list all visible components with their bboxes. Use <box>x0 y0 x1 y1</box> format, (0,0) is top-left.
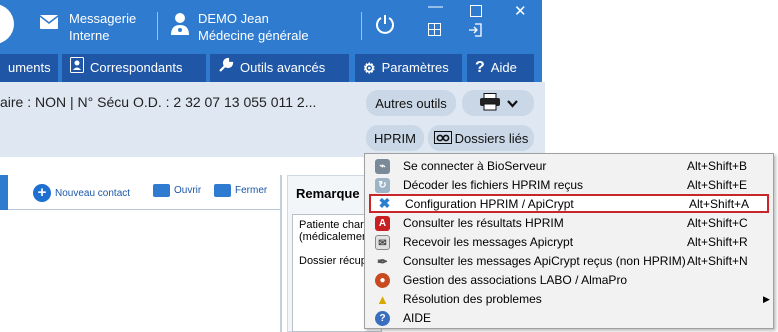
menu-item-bioserveur[interactable]: ⌁ Se connecter à BioServeur Alt+Shift+B <box>369 157 769 176</box>
nouveau-contact-button[interactable]: + Nouveau contact <box>33 184 130 202</box>
folder-close-icon <box>214 184 231 197</box>
printer-icon <box>479 92 501 114</box>
hprim-menu: ⌁ Se connecter à BioServeur Alt+Shift+B … <box>364 153 774 329</box>
doctor-icon <box>170 12 190 39</box>
labo-icon: ● <box>375 273 390 288</box>
gear-icon: ⚙ <box>363 60 376 76</box>
remarques-title: Remarque <box>296 186 360 201</box>
help-icon: ? <box>475 59 485 76</box>
autres-outils-button[interactable]: Autres outils <box>366 90 456 116</box>
parametres-button[interactable]: ⚙ Paramètres <box>355 54 462 82</box>
correspondants-button[interactable]: Correspondants <box>62 54 206 82</box>
fermer-button[interactable]: Fermer <box>214 184 267 197</box>
ouvrir-button[interactable]: Ouvrir <box>153 184 201 197</box>
pdf-icon: A <box>375 216 390 231</box>
user-info[interactable]: DEMO Jean Médecine générale <box>198 10 309 44</box>
menu-item-recevoir[interactable]: ✉ Recevoir les messages Apicrypt Alt+Shi… <box>369 233 769 252</box>
chevron-down-icon <box>506 96 518 111</box>
tools-icon: ✖ <box>378 195 391 211</box>
menu-item-non-hprim[interactable]: ✒ Consulter les messages ApiCrypt reçus … <box>369 252 769 271</box>
bioserveur-icon: ⌁ <box>375 159 390 174</box>
menu-item-aide[interactable]: ? AIDE <box>369 309 769 328</box>
dossiers-lies-button[interactable]: Dossiers liés <box>428 125 534 151</box>
menu-item-associations[interactable]: ● Gestion des associations LABO / AlmaPr… <box>369 271 769 290</box>
help-icon: ? <box>375 311 390 326</box>
decode-icon: ↻ <box>375 178 390 193</box>
folder-open-icon <box>153 184 170 197</box>
menu-item-configuration[interactable]: ✖ Configuration HPRIM / ApiCrypt Alt+Shi… <box>369 194 769 213</box>
title-bar: Messagerie Interne DEMO Jean Médecine gé… <box>0 0 542 52</box>
main-toolbar: uments Correspondants Outils avancés ⚙ P… <box>0 52 542 82</box>
submenu-arrow-icon: ▶ <box>763 294 770 304</box>
app-logo <box>0 4 14 44</box>
contacts-tab-edge <box>0 175 8 210</box>
menu-item-resultats[interactable]: A Consulter les résultats HPRIM Alt+Shif… <box>369 214 769 233</box>
menu-item-resolution[interactable]: ▲ Résolution des problemes ▶ <box>369 290 770 309</box>
documents-button[interactable]: uments <box>0 54 58 82</box>
remarques-panel: Remarque Patiente charr (médicalemen Dos… <box>287 175 382 332</box>
contact-card-icon <box>70 54 84 82</box>
separator <box>157 12 158 40</box>
linked-folders-icon <box>433 130 452 147</box>
power-icon[interactable] <box>375 14 395 37</box>
hprim-button[interactable]: HPRIM <box>366 125 424 151</box>
patient-info: aire : NON | N° Sécu O.D. : 2 32 07 13 0… <box>0 94 317 110</box>
warning-icon: ▲ <box>376 292 389 307</box>
apicrypt-icon: ✉ <box>375 235 390 250</box>
plus-icon: + <box>33 184 51 202</box>
print-menu-button[interactable] <box>462 90 534 116</box>
panel-divider <box>280 175 282 332</box>
maximize-icon[interactable] <box>470 4 482 21</box>
outils-avances-button[interactable]: Outils avancés <box>210 54 349 82</box>
separator <box>361 12 362 40</box>
messagerie-link[interactable]: Messagerie Interne <box>69 10 136 44</box>
patient-strip: aire : NON | N° Sécu O.D. : 2 32 07 13 0… <box>0 82 545 157</box>
contacts-toolbar: + Nouveau contact Ouvrir Fermer <box>0 175 282 210</box>
grid-icon[interactable] <box>428 23 441 40</box>
mail-icon[interactable] <box>39 14 59 33</box>
menu-item-decoder[interactable]: ↻ Décoder les fichiers HPRIM reçus Alt+S… <box>369 176 769 195</box>
login-icon[interactable] <box>468 23 482 41</box>
close-icon[interactable]: ✕ <box>514 2 527 20</box>
minimize-icon[interactable]: — <box>428 0 443 15</box>
pen-icon: ✒ <box>377 254 388 269</box>
aide-button[interactable]: ? Aide <box>467 54 534 82</box>
wrench-icon <box>218 54 234 82</box>
